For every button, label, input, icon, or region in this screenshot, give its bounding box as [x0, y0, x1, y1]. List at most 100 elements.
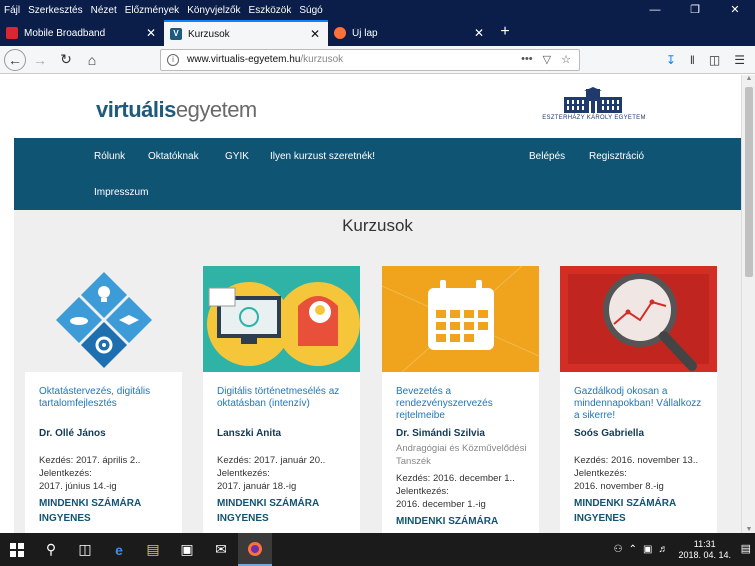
store-icon[interactable]: ▣ [170, 533, 204, 566]
course-enroll-label: Jelentkezés: [396, 486, 449, 497]
course-card[interactable]: Oktatástervezés, digitális tartalomfejle… [25, 266, 182, 533]
start-windows-icon[interactable] [0, 533, 34, 566]
menu-bookmarks[interactable]: Könyvjelzők [187, 5, 240, 16]
mail-icon[interactable]: ✉ [204, 533, 238, 566]
logo-text-part2: egyetem [175, 97, 257, 122]
course-title[interactable]: Digitális történetmesélés az oktatásban … [217, 386, 352, 410]
course-audience: MINDENKI SZÁMÁRA [39, 498, 142, 509]
firefox-favicon-icon [334, 27, 346, 39]
course-title[interactable]: Bevezetés a rendezvényszervezés rejtelme… [396, 386, 531, 422]
tab-new-tab[interactable]: Új lap ✕ [328, 20, 492, 46]
close-tab-icon[interactable]: ✕ [308, 27, 322, 41]
menu-view[interactable]: Nézet [91, 5, 117, 16]
course-image [25, 266, 182, 372]
network-icon[interactable]: ▣ [643, 544, 652, 555]
menu-help[interactable]: Súgó [299, 5, 322, 16]
clock-time: 11:31 [693, 538, 716, 549]
tray-expand-icon[interactable]: ⌃ [629, 544, 637, 555]
nav-rolunk[interactable]: Rólunk [94, 151, 125, 162]
site-info-icon[interactable]: i [167, 53, 179, 66]
university-logo[interactable]: ESZTERHÁZY KÁROLY EGYETEM [538, 85, 650, 125]
storytelling-image [207, 282, 360, 366]
course-teacher: Lanszki Anita [217, 428, 282, 439]
course-start: Kezdés: 2016. december 1.. [396, 473, 515, 484]
action-center-icon[interactable]: ▤ [741, 542, 751, 555]
home-icon[interactable]: ⌂ [80, 48, 104, 72]
course-enroll-label: Jelentkezés: [217, 468, 270, 479]
course-enroll-date: 2016. november 8.-ig [574, 481, 664, 492]
close-window-icon[interactable]: ✕ [715, 0, 755, 20]
tab-mobile-broadband[interactable]: Mobile Broadband ✕ [0, 20, 164, 46]
menu-tools[interactable]: Eszközök [249, 5, 292, 16]
course-enroll-label: Jelentkezés: [39, 468, 92, 479]
address-bar[interactable]: i www.virtualis-egyetem.hu/kurzusok ••• … [160, 48, 580, 71]
site-navigation: Rólunk Oktatóknak GYIK Ilyen kurzust sze… [14, 138, 741, 210]
course-card[interactable]: Bevezetés a rendezvényszervezés rejtelme… [382, 266, 539, 533]
nav-gyik[interactable]: GYIK [225, 151, 249, 162]
task-view-icon[interactable]: ◫ [68, 533, 102, 566]
pocket-icon[interactable]: ▽ [543, 53, 551, 66]
windows-taskbar: ⚲ ◫ e ▤ ▣ ✉ ⚇ ⌃ ▣ ♬ 11:31 2018. 04. 14. … [0, 533, 755, 566]
course-card[interactable]: Gazdálkodj okosan a mindennapokban! Váll… [560, 266, 717, 533]
course-title[interactable]: Gazdálkodj okosan a mindennapokban! Váll… [574, 386, 709, 422]
menu-history[interactable]: Előzmények [125, 5, 179, 16]
edge-icon[interactable]: e [102, 533, 136, 566]
download-icon[interactable]: ↧ [666, 53, 676, 67]
system-tray: ⚇ ⌃ ▣ ♬ 11:31 2018. 04. 14. [614, 533, 731, 566]
bookmark-star-icon[interactable]: ☆ [561, 53, 571, 66]
forward-arrow-icon[interactable]: → [28, 48, 52, 72]
scroll-up-icon[interactable]: ▲ [742, 75, 755, 82]
course-enroll-date: 2017. június 14.-ig [39, 481, 117, 492]
course-price: INGYENES [39, 513, 91, 524]
site-logo[interactable]: virtuálisegyetem [96, 97, 257, 123]
nav-belepes[interactable]: Belépés [529, 151, 565, 162]
course-start: Kezdés: 2016. november 13.. [574, 455, 699, 466]
logo-text-part1: virtuális [96, 97, 176, 122]
taskbar-clock[interactable]: 11:31 2018. 04. 14. [678, 539, 731, 561]
magnifier-chart-image [568, 273, 709, 371]
minimize-icon[interactable]: — [635, 0, 675, 20]
course-enroll-date: 2016. december 1.-ig [396, 499, 486, 510]
page-scrollbar[interactable]: ▲ ▼ [741, 75, 755, 533]
menu-edit[interactable]: Szerkesztés [28, 5, 82, 16]
tab-kurzusok[interactable]: V Kurzusok ✕ [164, 20, 328, 46]
page-title: Kurzusok [342, 216, 413, 235]
course-icons-image [56, 272, 152, 368]
close-tab-icon[interactable]: ✕ [472, 26, 486, 40]
hamburger-menu-icon[interactable]: ☰ [734, 53, 745, 67]
firefox-taskbar-icon[interactable] [238, 533, 272, 566]
new-tab-plus-icon[interactable]: + [492, 20, 518, 46]
volume-icon[interactable]: ♬ [658, 544, 668, 555]
tab-label: Új lap [352, 27, 378, 39]
sidebar-icon[interactable]: ◫ [709, 53, 720, 67]
tab-bar: Mobile Broadband ✕ V Kurzusok ✕ Új lap ✕… [0, 20, 755, 46]
course-title[interactable]: Oktatástervezés, digitális tartalomfejle… [39, 386, 174, 410]
page-actions-icon[interactable]: ••• [521, 53, 533, 66]
nav-oktatoknak[interactable]: Oktatóknak [148, 151, 199, 162]
course-audience: MINDENKI SZÁMÁRA [396, 516, 499, 527]
huawei-favicon-icon [6, 27, 18, 39]
course-image [203, 266, 360, 372]
people-icon[interactable]: ⚇ [614, 544, 623, 555]
calendar-image [382, 266, 539, 372]
restore-icon[interactable]: ❐ [675, 0, 715, 20]
scrollbar-thumb[interactable] [745, 87, 753, 277]
scroll-down-icon[interactable]: ▼ [742, 526, 755, 533]
library-icon[interactable]: ‖ [690, 53, 695, 67]
reload-icon[interactable]: ↻ [54, 48, 78, 72]
university-building-icon [564, 87, 622, 113]
nav-impresszum[interactable]: Impresszum [94, 187, 148, 198]
url-host: www.virtualis-egyetem.hu [187, 54, 301, 65]
course-image [382, 266, 539, 372]
close-tab-icon[interactable]: ✕ [144, 26, 158, 40]
course-start: Kezdés: 2017. január 20.. [217, 455, 326, 466]
file-explorer-icon[interactable]: ▤ [136, 533, 170, 566]
back-arrow-icon[interactable]: ← [4, 48, 26, 71]
course-card[interactable]: Digitális történetmesélés az oktatásban … [203, 266, 360, 533]
nav-ilyen-kurzust[interactable]: Ilyen kurzust szeretnék! [270, 151, 375, 162]
menu-file[interactable]: Fájl [4, 5, 20, 16]
course-start: Kezdés: 2017. április 2.. [39, 455, 141, 466]
nav-regisztracio[interactable]: Regisztráció [589, 151, 644, 162]
navigation-toolbar: ← → ↻ ⌂ i www.virtualis-egyetem.hu/kurzu… [0, 46, 755, 74]
search-icon[interactable]: ⚲ [34, 533, 68, 566]
